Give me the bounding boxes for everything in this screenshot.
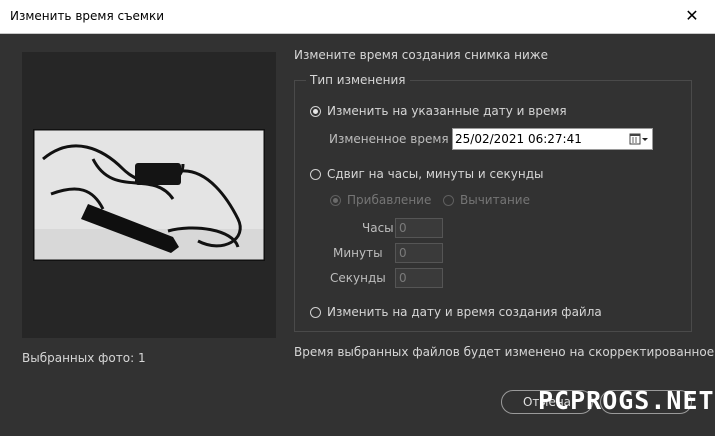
instruction-text: Измените время создания снимка ниже bbox=[294, 48, 548, 62]
watermark: PCPROGS.NET bbox=[538, 386, 715, 415]
radio-add-label: Прибавление bbox=[347, 193, 432, 207]
seconds-input[interactable]: 0 bbox=[395, 268, 443, 288]
calendar-icon[interactable] bbox=[629, 132, 648, 146]
minutes-label: Минуты bbox=[333, 246, 383, 260]
selected-photos-count: Выбранных фото: 1 bbox=[22, 351, 146, 365]
hours-label: Часы bbox=[362, 221, 394, 235]
radio-button-disabled[interactable] bbox=[443, 194, 454, 206]
radio-button-checked[interactable] bbox=[310, 105, 321, 117]
changed-time-picker[interactable]: 25/02/2021 06:27:41 bbox=[452, 128, 653, 150]
change-type-legend: Тип изменения bbox=[306, 73, 410, 87]
title-bar: Изменить время съемки ✕ bbox=[0, 0, 715, 34]
radio-add[interactable]: Прибавление bbox=[330, 193, 431, 207]
radio-button[interactable] bbox=[310, 168, 321, 180]
radio-shift-label: Сдвиг на часы, минуты и секунды bbox=[327, 167, 544, 181]
radio-specific-label: Изменить на указанные дату и время bbox=[327, 104, 567, 118]
radio-shift-time[interactable]: Сдвиг на часы, минуты и секунды bbox=[310, 167, 543, 181]
chevron-down-icon bbox=[642, 138, 648, 141]
radio-button[interactable] bbox=[310, 306, 321, 318]
note-text: Время выбранных файлов будет изменено на… bbox=[294, 345, 715, 359]
photo-preview-panel bbox=[22, 52, 276, 338]
radio-subtract[interactable]: Вычитание bbox=[443, 193, 530, 207]
seconds-label: Секунды bbox=[330, 271, 386, 285]
radio-specific-datetime[interactable]: Изменить на указанные дату и время bbox=[310, 104, 567, 118]
hours-input[interactable]: 0 bbox=[395, 218, 443, 238]
minutes-input[interactable]: 0 bbox=[395, 243, 443, 263]
close-icon[interactable]: ✕ bbox=[669, 0, 715, 33]
changed-time-value[interactable]: 25/02/2021 06:27:41 bbox=[455, 132, 582, 146]
window-title: Изменить время съемки bbox=[10, 9, 165, 23]
radio-subtract-label: Вычитание bbox=[460, 193, 530, 207]
radio-file-label: Изменить на дату и время создания файла bbox=[327, 305, 602, 319]
radio-button-disabled-checked[interactable] bbox=[330, 194, 341, 206]
photo-thumbnail bbox=[33, 129, 265, 261]
radio-file-datetime[interactable]: Изменить на дату и время создания файла bbox=[310, 305, 602, 319]
changed-time-label: Измененное время bbox=[329, 132, 449, 146]
